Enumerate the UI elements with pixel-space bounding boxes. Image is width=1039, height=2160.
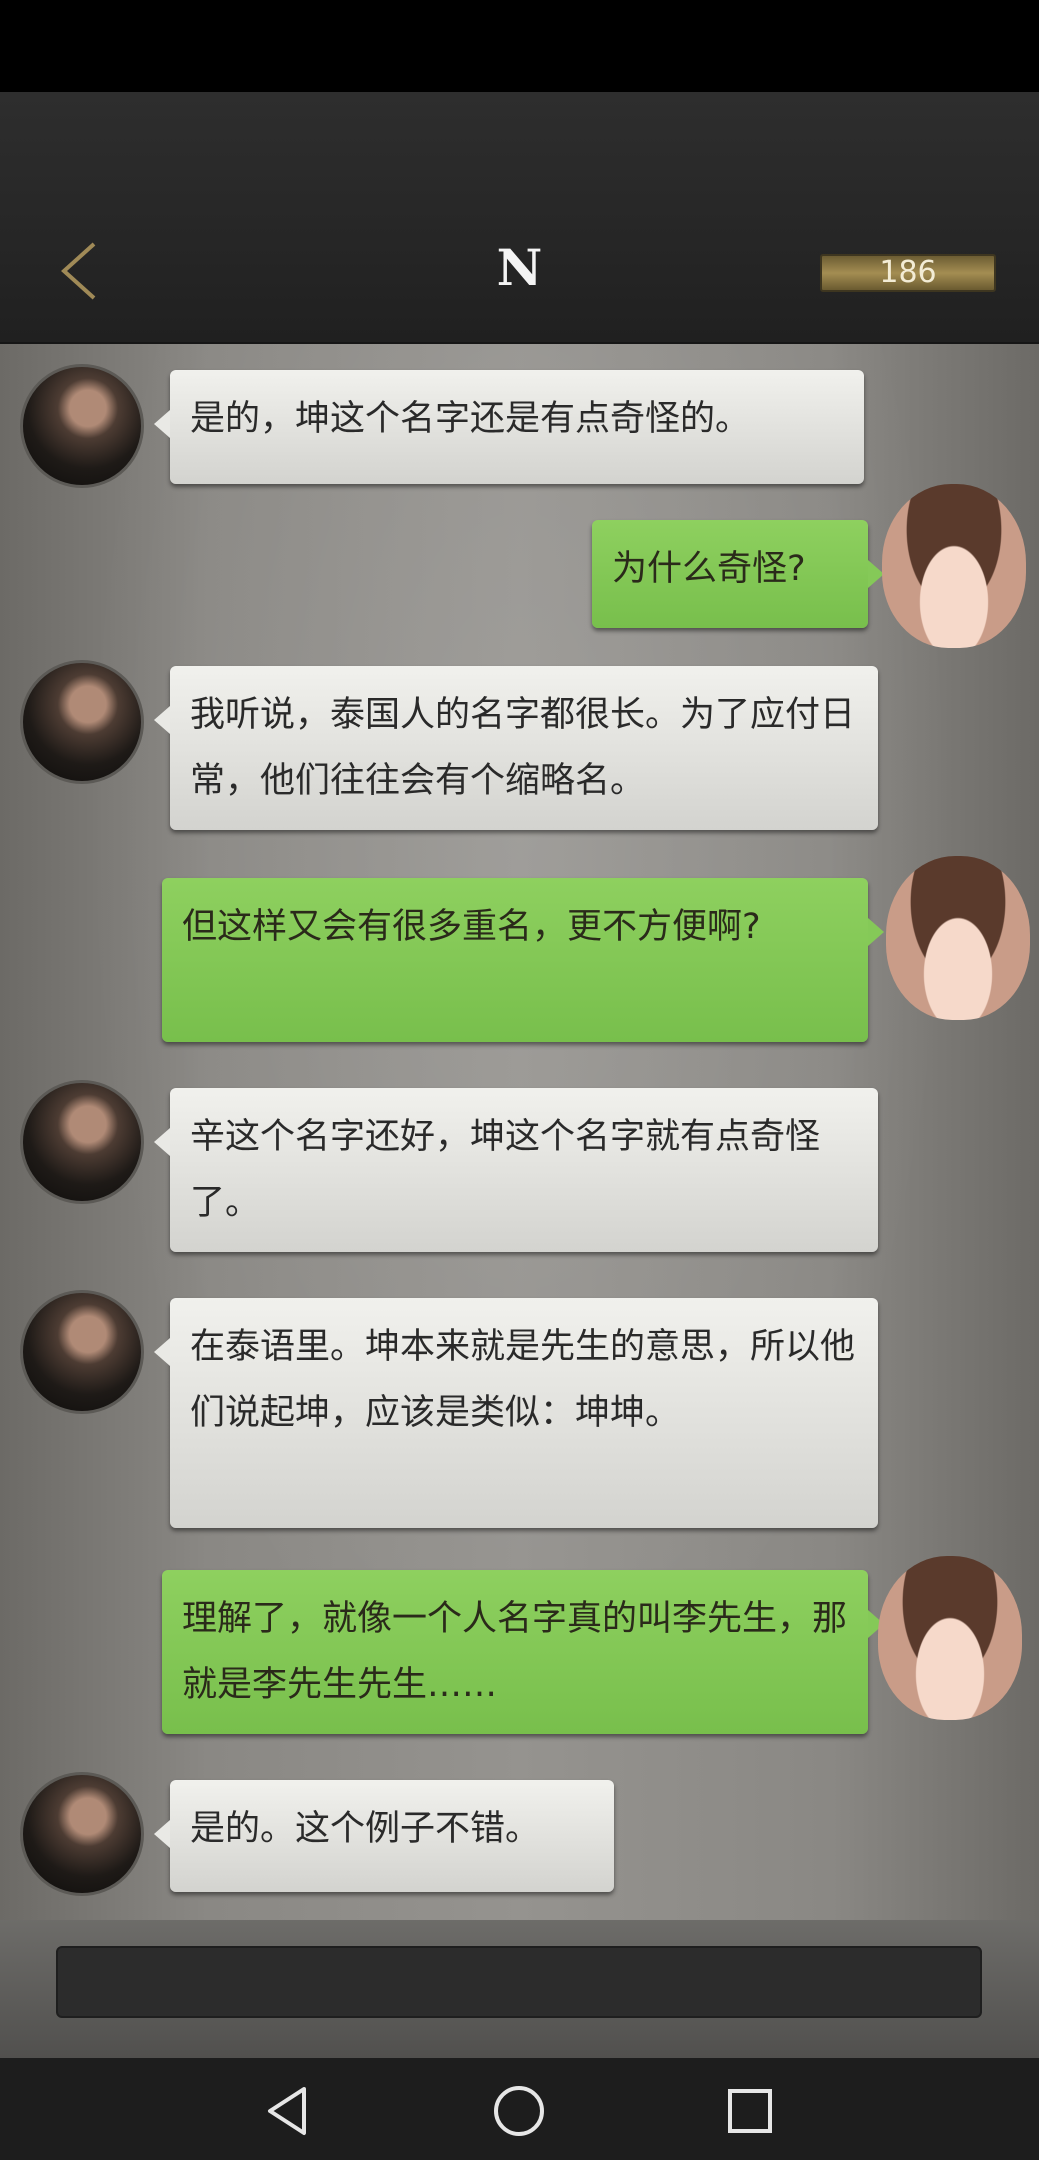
message-text: 为什么奇怪? <box>612 549 806 589</box>
user-avatar <box>878 1556 1022 1720</box>
nav-recents-button[interactable] <box>722 2083 778 2139</box>
message-bubble: 在泰语里。坤本来就是先生的意思，所以他们说起坤，应该是类似：坤坤。 <box>154 1298 878 1528</box>
chat-header <box>0 92 1039 344</box>
score-badge: 186 <box>820 254 996 292</box>
message-bubble: 辛这个名字还好，坤这个名字就有点奇怪了。 <box>154 1088 878 1252</box>
chat-area[interactable]: 是的，坤这个名字还是有点奇怪的。 为什么奇怪? 我听说，泰国人的名字都很长。为了… <box>0 344 1039 1920</box>
nav-home-button[interactable] <box>491 2083 547 2139</box>
message-bubble: 是的。这个例子不错。 <box>154 1780 614 1892</box>
contact-avatar <box>20 660 144 784</box>
contact-avatar <box>20 1290 144 1414</box>
square-recents-icon <box>728 2089 772 2133</box>
message-text: 我听说，泰国人的名字都很长。为了应付日常，他们往往会有个缩略名。 <box>190 695 856 801</box>
contact-avatar <box>20 1772 144 1896</box>
triangle-back-icon <box>268 2087 306 2135</box>
message-text: 是的。这个例子不错。 <box>190 1809 541 1849</box>
contact-avatar <box>20 1080 144 1204</box>
message-bubble: 理解了，就像一个人名字真的叫李先生，那就是李先生先生…… <box>162 1570 884 1734</box>
message-text: 是的，坤这个名字还是有点奇怪的。 <box>190 399 751 439</box>
message-bubble: 为什么奇怪? <box>592 520 884 628</box>
nav-back-button[interactable] <box>260 2083 316 2139</box>
message-text: 辛这个名字还好，坤这个名字就有点奇怪了。 <box>190 1117 821 1223</box>
message-bubble: 我听说，泰国人的名字都很长。为了应付日常，他们往往会有个缩略名。 <box>154 666 878 830</box>
user-avatar <box>882 484 1026 648</box>
message-input[interactable] <box>56 1946 982 2018</box>
user-avatar <box>886 856 1030 1020</box>
contact-avatar <box>20 364 144 488</box>
message-bubble: 是的，坤这个名字还是有点奇怪的。 <box>154 370 864 484</box>
status-bar <box>0 0 1039 92</box>
message-text: 在泰语里。坤本来就是先生的意思，所以他们说起坤，应该是类似：坤坤。 <box>190 1327 856 1433</box>
circle-home-icon <box>494 2086 544 2136</box>
message-bubble: 但这样又会有很多重名，更不方便啊? <box>162 878 884 1042</box>
message-text: 但这样又会有很多重名，更不方便啊? <box>182 907 761 947</box>
message-text: 理解了，就像一个人名字真的叫李先生，那就是李先生先生…… <box>182 1599 848 1705</box>
